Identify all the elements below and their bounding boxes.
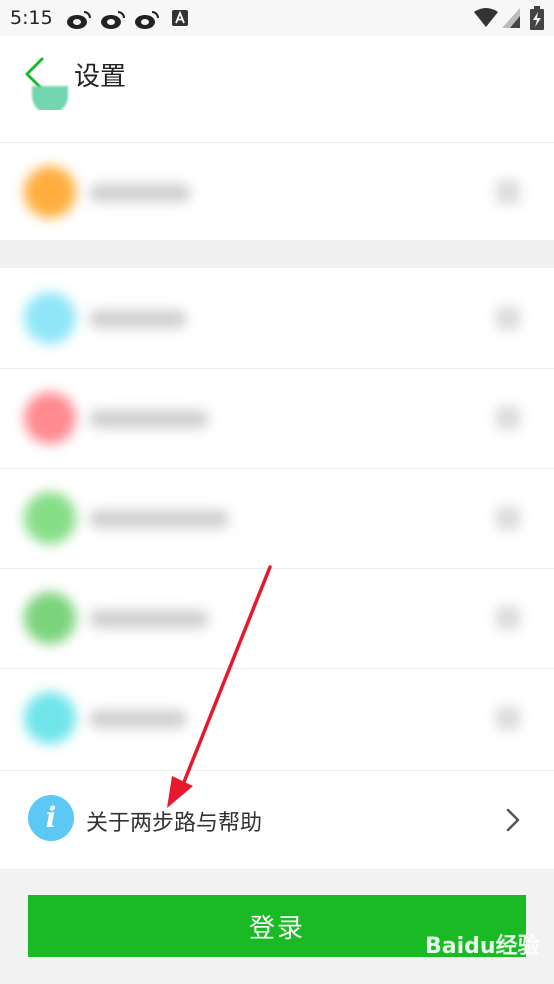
blurred-chevron-icon (496, 180, 520, 204)
blurred-item-label (90, 410, 208, 428)
blurred-item-label (90, 710, 186, 728)
blurred-item-icon (24, 592, 76, 644)
blurred-item-label (90, 184, 190, 202)
divider (0, 468, 554, 469)
weibo-icon (67, 11, 91, 29)
signal-icon (502, 8, 520, 28)
battery-charging-icon (530, 6, 544, 30)
divider (0, 668, 554, 669)
divider (0, 368, 554, 369)
about-help-label: 关于两步路与帮助 (86, 811, 263, 836)
blurred-item-icon (24, 166, 76, 218)
blurred-list-item[interactable] (10, 478, 530, 558)
chevron-right-icon (506, 808, 520, 832)
divider (0, 142, 554, 143)
status-time: 5:15 (10, 7, 53, 29)
blurred-list-item[interactable] (10, 278, 530, 358)
blurred-chevron-icon (496, 506, 520, 530)
blurred-item-label (90, 610, 208, 628)
blurred-chevron-icon (496, 306, 520, 330)
blurred-chevron-icon (496, 406, 520, 430)
weibo-icon (135, 11, 159, 29)
blurred-list-item[interactable] (10, 678, 530, 758)
blurred-item-icon (24, 292, 76, 344)
blurred-item-label (90, 510, 228, 528)
baidu-watermark: Baidu经验 (425, 934, 540, 959)
weibo-icon (101, 11, 125, 29)
status-bar: 5:15 (0, 0, 554, 36)
about-help-item[interactable]: i 关于两步路与帮助 (0, 770, 554, 869)
blurred-list-item[interactable] (10, 152, 530, 232)
blurred-item-icon (24, 392, 76, 444)
blurred-list-item[interactable] (10, 378, 530, 458)
page-title: 设置 (74, 62, 127, 92)
blurred-item-icon (24, 692, 76, 744)
blurred-item-icon (24, 492, 76, 544)
app-notification-icon (172, 10, 188, 26)
header: 设置 (0, 36, 554, 110)
blurred-list-item[interactable] (10, 578, 530, 658)
divider (0, 568, 554, 569)
blurred-chevron-icon (496, 706, 520, 730)
info-icon: i (28, 795, 74, 841)
blurred-item-label (90, 310, 186, 328)
blurred-chevron-icon (496, 606, 520, 630)
section-gap (0, 240, 554, 268)
wifi-icon (474, 8, 498, 27)
